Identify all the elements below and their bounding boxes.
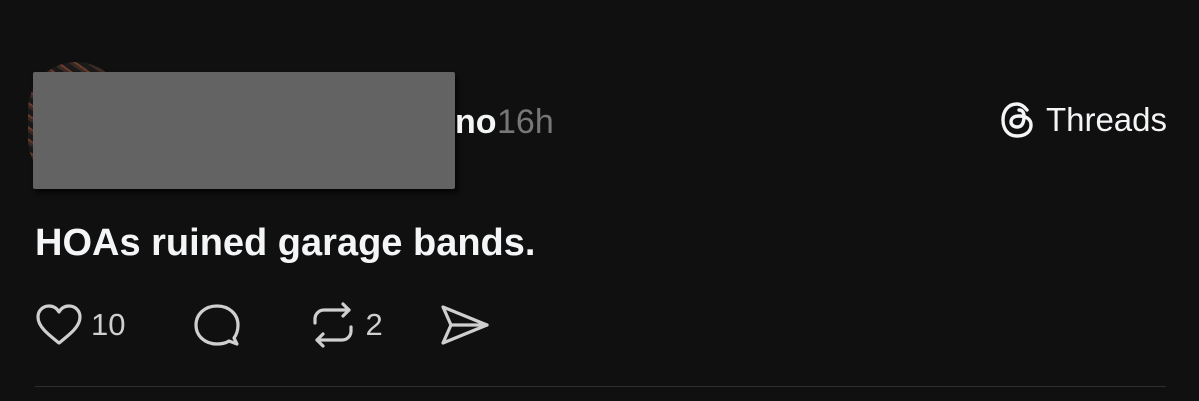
share-button[interactable] bbox=[439, 303, 491, 347]
threads-brand: Threads bbox=[1000, 100, 1167, 140]
send-icon bbox=[439, 303, 491, 347]
post-card: no 16h Threads HOAs ruined garage bands.… bbox=[0, 0, 1199, 401]
repost-arrows-icon bbox=[309, 302, 357, 348]
heart-icon bbox=[35, 303, 83, 347]
redaction-box bbox=[33, 72, 455, 189]
like-count: 10 bbox=[91, 307, 126, 342]
threads-logo-icon bbox=[1000, 101, 1036, 139]
author-name[interactable]: no bbox=[455, 102, 497, 142]
reply-button[interactable] bbox=[193, 302, 241, 348]
post-body-text: HOAs ruined garage bands. bbox=[35, 222, 536, 264]
speech-bubble-icon bbox=[193, 302, 241, 348]
post-divider bbox=[35, 386, 1166, 387]
like-button[interactable]: 10 bbox=[35, 303, 125, 347]
repost-count: 2 bbox=[365, 307, 383, 342]
repost-button[interactable]: 2 bbox=[309, 302, 383, 348]
post-timestamp[interactable]: 16h bbox=[497, 102, 554, 142]
threads-label: Threads bbox=[1045, 101, 1167, 138]
action-bar: 10 2 bbox=[35, 300, 491, 350]
